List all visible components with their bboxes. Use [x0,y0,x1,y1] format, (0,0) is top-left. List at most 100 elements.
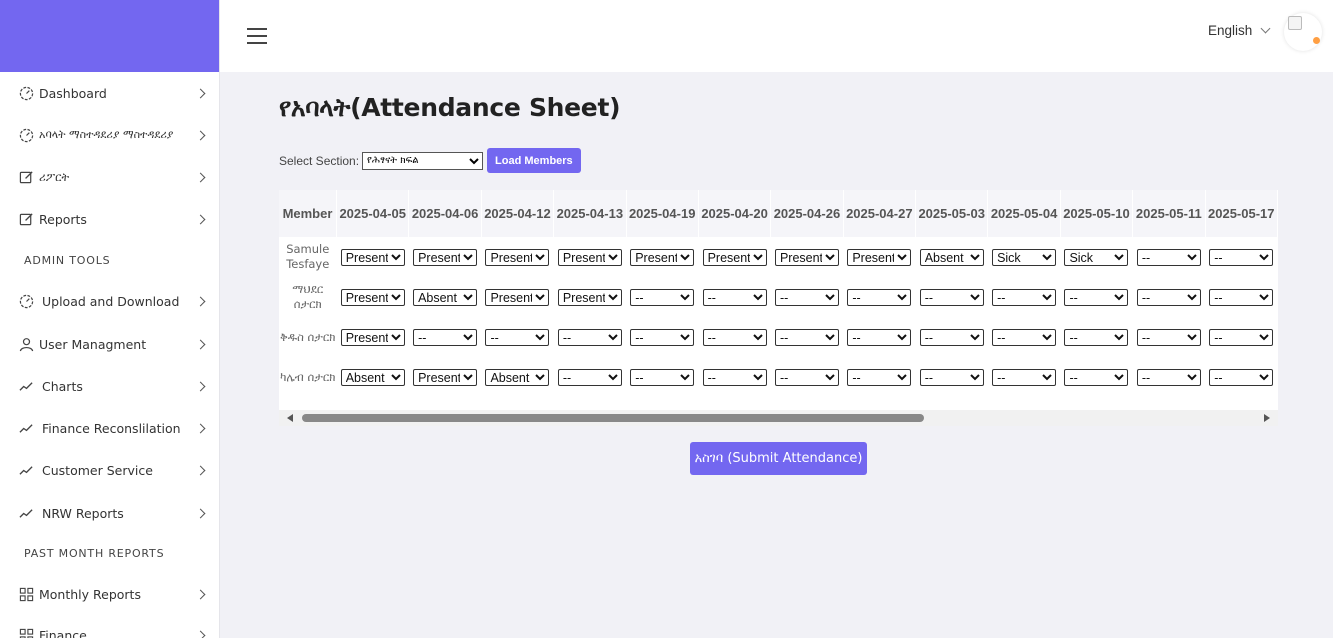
attendance-select[interactable]: -- [847,328,912,346]
sidebar-item-nrw-reports[interactable]: NRW Reports [0,498,219,528]
scroll-left-icon[interactable] [287,414,293,422]
attendance-select[interactable]: -- [1136,248,1201,266]
attendance-cell: Absent [916,237,988,277]
table-row: Samule Tesfaye Present Present Present Prese… [279,237,1278,277]
section-select[interactable]: የሕፃናት ክፍል [362,151,484,170]
attendance-select[interactable]: -- [1064,368,1129,386]
attendance-cell: -- [1060,317,1132,357]
attendance-select[interactable]: -- [1209,288,1274,306]
member-name: ቅዱስ ሰታርክ [280,329,336,344]
attendance-select[interactable]: Absent [919,248,984,266]
sidebar-item-finance[interactable]: Finance [0,620,219,638]
attendance-select[interactable]: -- [1064,288,1129,306]
attendance-select[interactable]: Present [702,248,767,266]
attendance-select[interactable]: -- [847,288,912,306]
attendance-select[interactable]: -- [774,328,839,346]
gauge-icon [18,293,34,309]
attendance-select[interactable]: -- [919,288,984,306]
brand-banner [0,0,219,72]
attendance-select[interactable]: -- [1209,368,1274,386]
attendance-select[interactable]: Present [340,328,405,346]
horizontal-scrollbar[interactable] [279,410,1278,426]
sidebar-item-customer-service[interactable]: Customer Service [0,455,219,485]
attendance-select[interactable]: Present [774,248,839,266]
attendance-select[interactable]: Present [557,248,622,266]
attendance-select[interactable]: -- [630,368,695,386]
attendance-select[interactable]: Present [630,248,695,266]
grid-icon [18,627,34,638]
attendance-select[interactable]: -- [1209,248,1274,266]
attendance-cell: Present [337,317,409,357]
attendance-select[interactable]: -- [702,368,767,386]
attendance-select[interactable]: Present [485,248,550,266]
edit-icon [18,211,34,227]
attendance-select[interactable]: Present [413,368,478,386]
attendance-select[interactable]: -- [630,288,695,306]
attendance-select[interactable]: -- [992,328,1057,346]
page-title: የአባላት(Attendance Sheet) [279,93,621,122]
attendance-select[interactable]: Sick [1064,248,1129,266]
language-selector[interactable]: English [1208,23,1271,38]
attendance-select[interactable]: Absent [485,368,550,386]
attendance-cell: -- [1133,237,1205,277]
attendance-cell: -- [988,317,1060,357]
attendance-cell: -- [771,277,843,317]
attendance-select[interactable]: -- [1136,328,1201,346]
sidebar-item-charts[interactable]: Charts [0,371,219,401]
attendance-cell: -- [771,317,843,357]
sidebar-item-label: Charts [42,378,83,394]
attendance-cell: -- [916,357,988,397]
attendance-select[interactable]: -- [992,368,1057,386]
attendance-select[interactable]: -- [1136,368,1201,386]
submit-attendance-button[interactable]: አስገባ (Submit Attendance) [690,442,867,475]
attendance-cell: -- [916,277,988,317]
attendance-select[interactable]: Sick [992,248,1057,266]
sidebar-item-report-am[interactable]: ሪፖርት [0,162,219,192]
attendance-cell: -- [409,317,481,357]
attendance-select[interactable]: -- [992,288,1057,306]
attendance-select[interactable]: -- [774,288,839,306]
attendance-select[interactable]: -- [413,328,478,346]
attendance-select[interactable]: -- [557,368,622,386]
attendance-select[interactable]: -- [1209,328,1274,346]
attendance-select[interactable]: -- [1136,288,1201,306]
attendance-select[interactable]: Absent [413,288,478,306]
chevron-right-icon [195,465,206,475]
attendance-select[interactable]: -- [630,328,695,346]
attendance-select[interactable]: -- [847,368,912,386]
attendance-cell: -- [626,317,698,357]
attendance-select[interactable]: -- [557,328,622,346]
section-title-admin-tools: ADMIN TOOLS [24,254,111,267]
avatar[interactable] [1284,13,1322,51]
attendance-cell: -- [916,317,988,357]
scroll-right-icon[interactable] [1264,414,1270,422]
attendance-select[interactable]: -- [1064,328,1129,346]
attendance-select[interactable]: Present [485,288,550,306]
sidebar-item-members-admin[interactable]: አባላት ማስተዳደሪያ ማስተዳደሪያ [0,120,219,150]
sidebar-item-reports[interactable]: Reports [0,204,219,234]
sidebar-item-label: Customer Service [42,462,153,478]
attendance-select[interactable]: Present [557,288,622,306]
attendance-select[interactable]: -- [919,368,984,386]
sidebar-item-dashboard[interactable]: Dashboard [0,78,219,108]
attendance-cell: Sick [988,237,1060,277]
attendance-select[interactable]: -- [919,328,984,346]
attendance-select[interactable]: -- [702,328,767,346]
attendance-select[interactable]: -- [485,328,550,346]
attendance-select[interactable]: -- [774,368,839,386]
attendance-select[interactable]: -- [702,288,767,306]
menu-toggle-icon[interactable] [247,27,267,45]
sidebar-item-user-management[interactable]: User Managment [0,329,219,359]
attendance-select[interactable]: Present [340,248,405,266]
attendance-select[interactable]: Present [413,248,478,266]
attendance-select[interactable]: Present [340,288,405,306]
load-members-button[interactable]: Load Members [487,148,581,173]
date-column-header: 2025-05-03 [915,190,989,237]
scrollbar-thumb[interactable] [302,414,924,422]
attendance-select[interactable]: Present [847,248,912,266]
attendance-cell: -- [1133,357,1205,397]
sidebar-item-monthly-reports[interactable]: Monthly Reports [0,579,219,609]
attendance-select[interactable]: Absent [340,368,405,386]
sidebar-item-finance-reconciliation[interactable]: Finance Reconslilation [0,413,219,443]
sidebar-item-upload-download[interactable]: Upload and Download [0,286,219,316]
